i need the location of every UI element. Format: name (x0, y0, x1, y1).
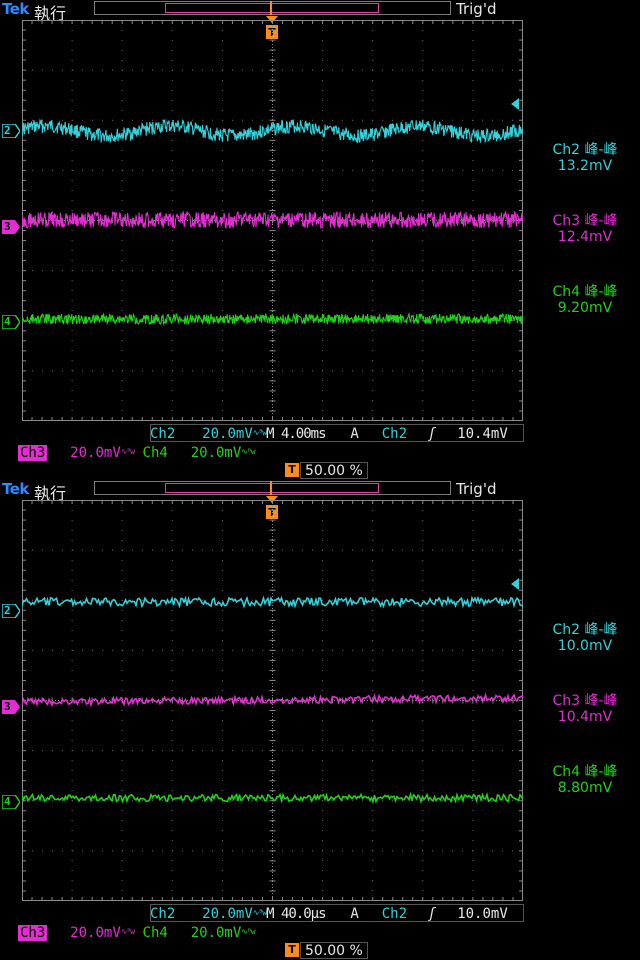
ch3-scale[interactable]: 20.0mV (70, 445, 121, 461)
measurement-label: Ch4 峰-峰 (552, 764, 618, 780)
ch4-marker-label: 4 (4, 315, 11, 328)
ch2-ground-marker[interactable]: 2 (2, 604, 20, 618)
ch3-scale[interactable]: 20.0mV (70, 925, 121, 941)
scope-screen-bottom: Tek 執行 Trig'd T 2 3 4 Ch2 峰-峰 10.0mV Ch3… (0, 480, 640, 960)
ch3-pk-pk-measurement: Ch3 峰-峰 10.4mV (530, 693, 640, 725)
measurement-value: 10.4mV (557, 709, 613, 725)
ch3-ground-marker[interactable]: 3 (2, 220, 20, 234)
ch4-pk-pk-measurement: Ch4 峰-峰 8.80mV (530, 764, 640, 796)
measurement-value: 9.20mV (557, 300, 613, 316)
ch3-ch4-info-row: Ch3 20.0mV∿ᴮw Ch4 20.0mV∿ᴮw (18, 443, 256, 462)
measurement-value: 13.2mV (557, 158, 613, 174)
measurement-value: 12.4mV (557, 229, 613, 245)
waveform-graticule (22, 20, 523, 421)
ch4-ground-marker[interactable]: 4 (2, 315, 20, 329)
ch2-ground-marker[interactable]: 2 (2, 124, 20, 138)
ch2-marker-label: 2 (4, 604, 11, 617)
graticule-grid (22, 20, 523, 421)
ch3-ground-marker[interactable]: 3 (2, 700, 20, 714)
bandwidth-limit-icon: ∿ᴮw (120, 927, 135, 936)
info-row-frame (150, 424, 524, 442)
bandwidth-limit-icon: ∿ᴮw (120, 447, 135, 456)
measurement-value: 8.80mV (557, 780, 613, 796)
trigger-level-marker-icon[interactable] (510, 578, 520, 590)
ch4-name[interactable]: Ch4 (143, 445, 168, 461)
ch3-pk-pk-measurement: Ch3 峰-峰 12.4mV (530, 213, 640, 245)
bandwidth-limit-icon: ∿ᴮw (241, 447, 255, 456)
ch2-pk-pk-measurement: Ch2 峰-峰 13.2mV (530, 142, 640, 174)
ch2-pk-pk-measurement: Ch2 峰-峰 10.0mV (530, 622, 640, 654)
ch4-pk-pk-measurement: Ch4 峰-峰 9.20mV (530, 284, 640, 316)
ch4-ground-marker[interactable]: 4 (2, 795, 20, 809)
trigger-position-percent[interactable]: 50.00 % (300, 942, 368, 959)
waveform-graticule (22, 500, 523, 901)
scope-screen-top: Tek 執行 Trig'd T 2 3 4 Ch2 峰-峰 13.2mV Ch3… (0, 0, 640, 480)
ch3-marker-label: 3 (4, 220, 11, 233)
measurement-label: Ch4 峰-峰 (552, 284, 618, 300)
ch4-scale[interactable]: 20.0mV (191, 445, 242, 461)
info-row-frame (150, 904, 524, 922)
ch3-ch4-info-row: Ch3 20.0mV∿ᴮw Ch4 20.0mV∿ᴮw (18, 923, 256, 942)
measurement-label: Ch3 峰-峰 (552, 693, 618, 709)
trigger-status: Trig'd (456, 480, 497, 498)
measurement-label: Ch3 峰-峰 (552, 213, 618, 229)
measurement-label: Ch2 峰-峰 (552, 622, 618, 638)
ch4-marker-label: 4 (4, 795, 11, 808)
trigger-status: Trig'd (456, 0, 497, 18)
trigger-position-icon-small: T (285, 943, 299, 957)
ch3-name[interactable]: Ch3 (18, 925, 48, 941)
trigger-position-percent[interactable]: 50.00 % (300, 462, 368, 479)
brand-logo: Tek (2, 0, 29, 18)
ch4-waveform (22, 312, 523, 326)
measurement-label: Ch2 峰-峰 (552, 142, 618, 158)
trigger-position-icon-small: T (285, 463, 299, 477)
ch2-marker-label: 2 (4, 124, 11, 137)
ch4-name[interactable]: Ch4 (143, 925, 168, 941)
ch4-scale[interactable]: 20.0mV (191, 925, 242, 941)
ch3-name[interactable]: Ch3 (18, 445, 48, 461)
ch3-marker-label: 3 (4, 700, 11, 713)
measurement-value: 10.0mV (557, 638, 613, 654)
bandwidth-limit-icon: ∿ᴮw (241, 927, 255, 936)
graticule-grid (22, 500, 523, 901)
brand-logo: Tek (2, 480, 29, 498)
trigger-level-marker-icon[interactable] (510, 98, 520, 110)
